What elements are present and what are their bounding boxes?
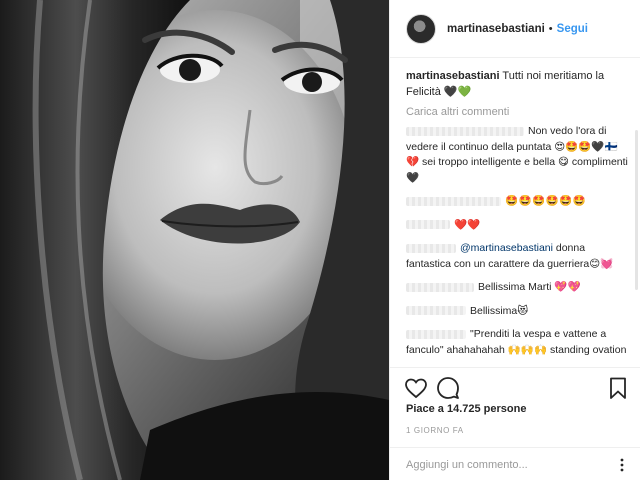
- post-side-panel: martinasebastiani • Segui martinasebasti…: [389, 0, 640, 480]
- add-comment-bar: [390, 447, 640, 480]
- comment-icon[interactable]: [436, 376, 460, 400]
- header-separator: •: [548, 22, 553, 35]
- action-bar: [390, 367, 640, 405]
- comment-item: @martinasebastiani donna fantastica con …: [406, 241, 629, 272]
- comment-item: ❤️❤️: [406, 218, 629, 234]
- portrait-image: [0, 0, 389, 480]
- comments-list[interactable]: martinasebastiani Tutti noi meritiamo la…: [390, 62, 640, 367]
- redacted-username: [406, 196, 501, 206]
- comment-item: Non vedo l'ora di vedere il continuo del…: [406, 124, 629, 186]
- redacted-username: [406, 282, 474, 292]
- caption-username[interactable]: martinasebastiani: [406, 70, 500, 82]
- redacted-username: [406, 243, 456, 253]
- comments-scrollbar[interactable]: [635, 130, 638, 290]
- comment-input[interactable]: [406, 456, 606, 474]
- post-caption: martinasebastiani Tutti noi meritiamo la…: [406, 68, 629, 100]
- post-timestamp[interactable]: 1 GIORNO FA: [406, 426, 464, 435]
- comment-item: "Prenditi la vespa e vattene a fanculo" …: [406, 327, 629, 358]
- load-more-comments-button[interactable]: Carica altri commenti: [406, 106, 629, 118]
- redacted-username: [406, 306, 466, 316]
- more-options-icon[interactable]: [615, 458, 629, 472]
- comment-text: Bellissima Marti 💖💖: [478, 281, 581, 293]
- post-header: martinasebastiani • Segui: [390, 0, 640, 58]
- header-username[interactable]: martinasebastiani: [447, 23, 545, 35]
- comment-mention[interactable]: @martinasebastiani: [460, 242, 553, 254]
- avatar[interactable]: [406, 13, 436, 44]
- redacted-username: [406, 329, 466, 339]
- redacted-username: [406, 220, 450, 230]
- post-photo[interactable]: [0, 0, 389, 480]
- follow-button[interactable]: Segui: [557, 23, 588, 35]
- heart-icon[interactable]: [404, 376, 428, 400]
- redacted-username: [406, 126, 524, 136]
- comment-item: Bellissima Marti 💖💖: [406, 280, 629, 296]
- bookmark-icon[interactable]: [606, 376, 630, 400]
- likes-count[interactable]: Piace a 14.725 persone: [406, 403, 526, 415]
- comment-item: Bellissima😻: [406, 304, 629, 320]
- comment-item: 🤩🤩🤩🤩🤩🤩: [406, 194, 629, 210]
- comment-text: 🤩🤩🤩🤩🤩🤩: [505, 195, 587, 207]
- comment-text: ❤️❤️: [454, 218, 481, 231]
- comment-text: Bellissima😻: [470, 304, 529, 317]
